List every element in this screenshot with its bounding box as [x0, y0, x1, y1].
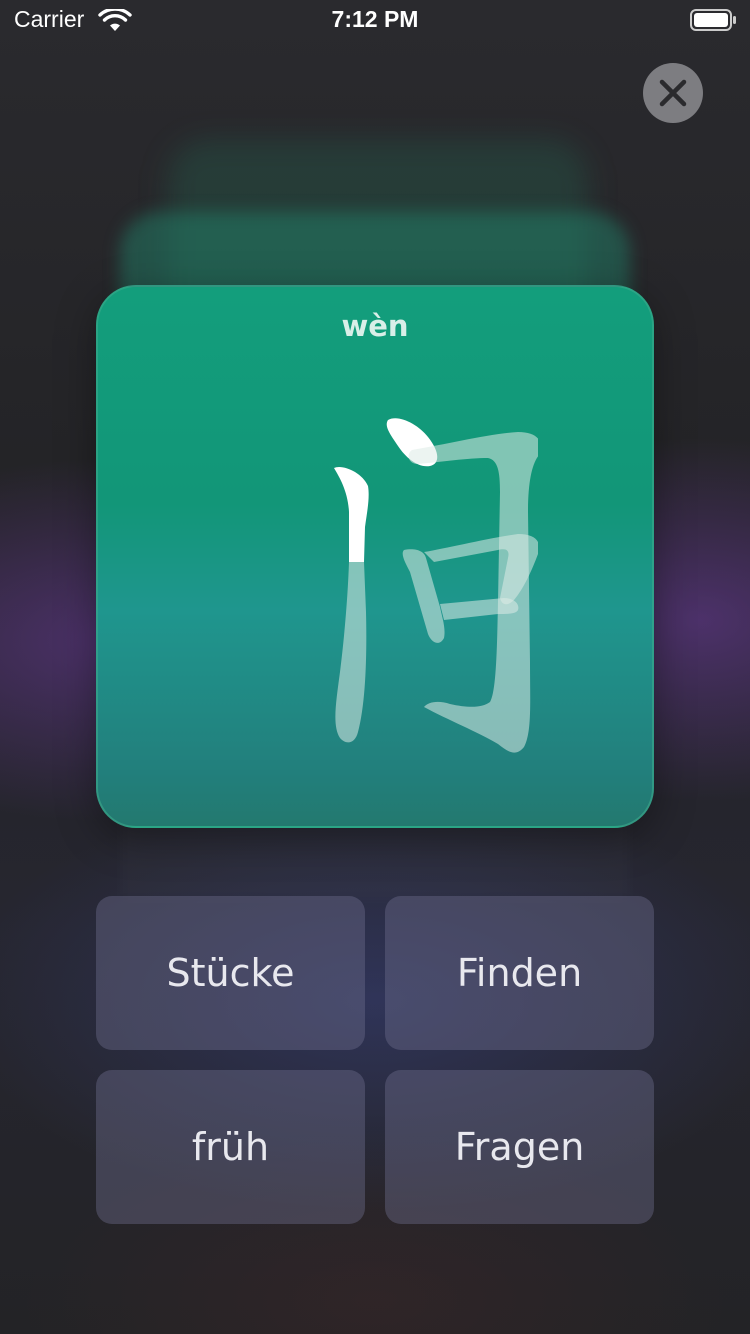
answer-option-3[interactable]: früh	[96, 1070, 365, 1224]
pinyin-label: wèn	[341, 309, 409, 343]
answer-option-label: Stücke	[166, 951, 295, 995]
answer-option-label: Finden	[456, 951, 583, 995]
answer-option-label: Fragen	[454, 1125, 585, 1169]
answer-option-2[interactable]: Finden	[385, 896, 654, 1050]
answer-option-label: früh	[191, 1125, 270, 1169]
character-strokes: 问	[334, 418, 538, 753]
close-icon	[659, 79, 687, 107]
close-button[interactable]	[643, 63, 703, 123]
battery-icon	[690, 9, 736, 31]
status-time: 7:12 PM	[331, 6, 419, 32]
answer-option-1[interactable]: Stücke	[96, 896, 365, 1050]
answer-option-4[interactable]: Fragen	[385, 1070, 654, 1224]
flashcard[interactable]: wèn 问	[96, 285, 654, 828]
status-bar: Carrier 7:12 PM	[0, 0, 750, 40]
